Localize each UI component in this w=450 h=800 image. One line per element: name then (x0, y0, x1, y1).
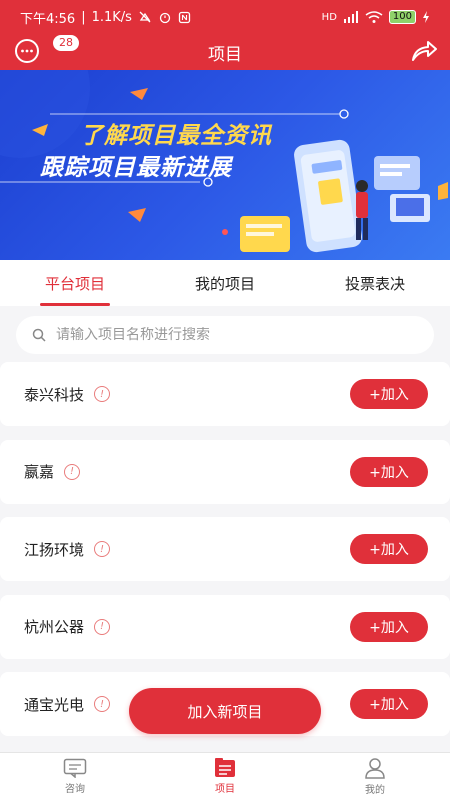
list-item[interactable]: 江扬环境 ! +加入 (0, 517, 450, 581)
chat-icon (63, 758, 87, 778)
nav-item-mine[interactable]: 我的 (300, 753, 450, 800)
banner-headline: 了解项目最全资讯 (80, 123, 272, 149)
app-root: 下午4:56 | 1.1K/s HD 100 28 项目 了解项目最全资讯 跟踪… (0, 0, 450, 800)
list-item[interactable]: 杭州公器 ! +加入 (0, 594, 450, 659)
share-button[interactable] (410, 38, 438, 64)
join-button[interactable]: +加入 (350, 456, 428, 487)
project-icon (215, 758, 235, 777)
tab-platform-projects[interactable]: 平台项目 (0, 260, 150, 306)
page-title: 项目 (208, 44, 242, 65)
message-badge: 28 (52, 34, 80, 52)
list-item[interactable]: 泰兴科技 ! +加入 (0, 362, 450, 426)
battery-level: 100 (388, 10, 416, 24)
message-icon (15, 39, 39, 63)
project-name: 江扬环境 (24, 540, 85, 559)
search-icon (32, 328, 46, 342)
alarm-icon (159, 12, 171, 24)
tab-voting[interactable]: 投票表决 (300, 260, 450, 306)
tab-my-projects[interactable]: 我的项目 (150, 260, 300, 306)
list-item[interactable]: 嬴嘉 ! +加入 (0, 439, 450, 504)
status-speed: 1.1K/s (91, 9, 132, 25)
join-button[interactable]: +加入 (350, 379, 428, 409)
info-icon[interactable]: ! (94, 696, 111, 712)
search-area (0, 306, 450, 362)
signal-icon (343, 11, 358, 23)
join-button[interactable]: +加入 (350, 534, 428, 564)
message-button[interactable]: 28 (14, 34, 80, 64)
search-bar[interactable] (16, 316, 434, 354)
nav-label: 项目 (215, 784, 235, 795)
project-name: 嬴嘉 (24, 463, 55, 481)
join-button[interactable]: +加入 (350, 689, 428, 719)
info-icon[interactable]: ! (94, 618, 111, 635)
charging-icon (423, 11, 429, 23)
status-time: 下午4:56 (20, 11, 76, 27)
info-icon[interactable]: ! (94, 386, 111, 402)
nav-label: 咨询 (65, 784, 85, 795)
project-name: 杭州公器 (24, 618, 85, 636)
info-icon[interactable]: ! (94, 541, 111, 557)
project-name: 泰兴科技 (24, 385, 85, 404)
project-name: 通宝光电 (24, 695, 85, 714)
nfc-icon (178, 11, 191, 23)
share-icon (412, 41, 437, 61)
header: 28 项目 (0, 34, 450, 70)
tab-bar: 平台项目 我的项目 投票表决 (0, 260, 450, 306)
user-icon (365, 758, 385, 779)
bottom-nav: 咨询 项目 我的 (0, 752, 450, 800)
banner-subheadline: 跟踪项目最新进展 (40, 155, 232, 181)
promo-banner[interactable]: 了解项目最全资讯 跟踪项目最新进展 (0, 70, 450, 260)
nav-item-projects[interactable]: 项目 (150, 753, 300, 800)
nav-label: 我的 (365, 785, 385, 796)
status-bar: 下午4:56 | 1.1K/s HD 100 (0, 0, 450, 34)
info-icon[interactable]: ! (64, 463, 81, 480)
nav-item-consult[interactable]: 咨询 (0, 753, 150, 800)
search-input[interactable] (56, 327, 396, 343)
join-button[interactable]: +加入 (350, 611, 428, 642)
mute-icon (139, 11, 151, 23)
wifi-icon (365, 11, 383, 23)
add-new-project-button[interactable]: 加入新项目 (129, 688, 321, 734)
